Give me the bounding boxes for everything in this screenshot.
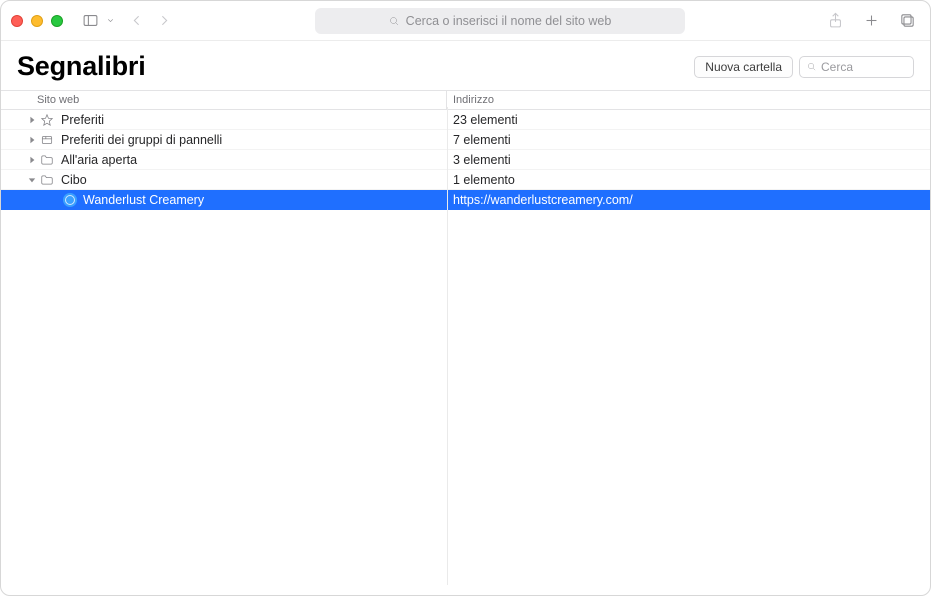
window-titlebar: Cerca o inserisci il nome del sito web [1,1,930,41]
bookmark-item-row[interactable]: Wanderlust Creamery https://wanderlustcre… [1,190,930,210]
traffic-lights [11,15,63,27]
row-name: Preferiti [61,113,104,127]
sidebar-dropdown-button[interactable] [103,8,117,34]
column-header-name[interactable]: Sito web [1,91,447,109]
folder-icon [39,153,55,167]
row-address: https://wanderlustcreamery.com/ [447,190,920,209]
row-address: 3 elementi [447,150,920,169]
row-name: Preferiti dei gruppi di pannelli [61,133,222,147]
star-icon [39,113,55,127]
bookmark-folder-row[interactable]: Preferiti dei gruppi di pannelli 7 elemen… [1,130,930,150]
disclosure-triangle-icon[interactable] [25,136,39,144]
disclosure-triangle-icon[interactable] [25,156,39,164]
bookmark-folder-row[interactable]: Cibo 1 elemento [1,170,930,190]
search-icon [388,15,400,27]
row-name: Cibo [61,173,87,187]
new-tab-button[interactable] [858,8,884,34]
row-name: Wanderlust Creamery [83,193,204,207]
share-button[interactable] [822,8,848,34]
disclosure-triangle-icon[interactable] [25,116,39,124]
new-folder-label: Nuova cartella [705,60,782,74]
bookmarks-search-input[interactable]: Cerca [799,56,914,78]
tabgroup-icon [39,133,55,147]
favicon-icon [63,193,77,207]
page-title: Segnalibri [17,51,146,82]
new-folder-button[interactable]: Nuova cartella [694,56,793,78]
disclosure-triangle-icon[interactable] [25,176,39,184]
table-header: Sito web Indirizzo [1,90,930,110]
row-name: All'aria aperta [61,153,137,167]
zoom-window-button[interactable] [51,15,63,27]
row-address: 7 elementi [447,130,920,149]
bookmark-folder-row[interactable]: All'aria aperta 3 elementi [1,150,930,170]
address-bar[interactable]: Cerca o inserisci il nome del sito web [315,8,685,34]
bookmarks-tree: Preferiti23 elementiPreferiti dei gruppi… [1,110,930,210]
row-address: 1 elemento [447,170,920,189]
tab-overview-button[interactable] [894,8,920,34]
content-header: Segnalibri Nuova cartella Cerca [1,41,930,90]
search-icon [806,61,817,72]
forward-button[interactable] [151,8,177,34]
column-header-address[interactable]: Indirizzo [447,91,930,109]
bookmark-folder-row[interactable]: Preferiti 23 elementi [1,110,930,130]
row-address: 23 elementi [447,110,920,129]
minimize-window-button[interactable] [31,15,43,27]
folder-icon [39,173,55,187]
close-window-button[interactable] [11,15,23,27]
sidebar-toggle-button[interactable] [77,8,103,34]
address-bar-placeholder: Cerca o inserisci il nome del sito web [406,14,612,28]
back-button[interactable] [123,8,149,34]
bookmarks-search-placeholder: Cerca [821,60,853,74]
